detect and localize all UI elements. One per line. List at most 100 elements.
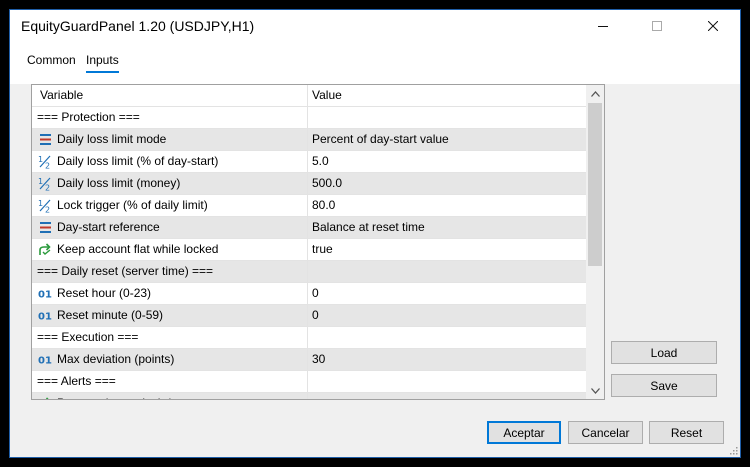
variable-label: Pop-up alert on lock / reset <box>57 393 200 399</box>
list-icon <box>40 222 51 233</box>
variable-cell: Keep account flat while locked <box>32 239 308 260</box>
grid-param-row[interactable]: 1 2 Daily loss limit (% of day-start) 5.0 <box>32 151 586 173</box>
fraction-icon: 12 <box>38 199 51 214</box>
grid-param-row[interactable]: Keep account flat while locked true <box>32 239 586 261</box>
variable-cell: Pop-up alert on lock / reset <box>32 393 308 399</box>
value-cell[interactable]: Percent of day-start value <box>309 129 586 150</box>
grid-param-row[interactable]: 1 2 Daily loss limit (money) 500.0 <box>32 173 586 195</box>
cancel-button[interactable]: Cancelar <box>568 421 643 444</box>
grid-param-row[interactable]: 01 Reset minute (0-59) 0 <box>32 305 586 327</box>
fraction-icon: 12 <box>38 177 51 192</box>
value-cell[interactable] <box>309 327 586 348</box>
chevron-down-icon <box>590 387 600 394</box>
minimize-button[interactable] <box>580 10 626 42</box>
svg-text:1: 1 <box>38 199 43 208</box>
value-cell[interactable]: true <box>309 239 586 260</box>
save-button[interactable]: Save <box>611 374 717 397</box>
value-cell[interactable]: 0 <box>309 283 586 304</box>
section-label: === Execution === <box>37 330 139 344</box>
grid-vertical-scrollbar[interactable] <box>586 85 604 399</box>
grid-param-row[interactable]: 01 Reset hour (0-23) 0 <box>32 283 586 305</box>
grid-section-row[interactable]: === Daily reset (server time) === <box>32 261 586 283</box>
svg-text:01: 01 <box>38 312 52 323</box>
load-button[interactable]: Load <box>611 341 717 364</box>
section-label: === Protection === <box>37 110 140 124</box>
section-label: === Daily reset (server time) === <box>37 264 214 278</box>
column-header-value[interactable]: Value <box>309 85 586 106</box>
integer-icon: 01 <box>38 290 52 301</box>
maximize-icon <box>652 21 662 31</box>
value-cell[interactable]: true <box>309 393 586 399</box>
close-icon <box>708 21 718 31</box>
value-cell[interactable]: 30 <box>309 349 586 370</box>
variable-cell: Day-start reference <box>32 217 308 238</box>
variable-cell: === Alerts === <box>32 371 308 392</box>
variable-cell: Daily loss limit mode <box>32 129 308 150</box>
integer-icon: 01 <box>38 356 52 367</box>
grid-section-row[interactable]: === Execution === <box>32 327 586 349</box>
value-cell[interactable] <box>309 261 586 282</box>
grid-section-row[interactable]: === Alerts === <box>32 371 586 393</box>
variable-label: Max deviation (points) <box>57 352 175 366</box>
resize-grip-icon[interactable] <box>728 445 738 455</box>
variable-cell: 01 Reset hour (0-23) <box>32 283 308 304</box>
grid-body: Variable Value === Protection === Daily l… <box>32 85 586 399</box>
variable-cell: === Execution === <box>32 327 308 348</box>
window-title: EquityGuardPanel 1.20 (USDJPY,H1) <box>21 18 255 34</box>
scroll-down-button[interactable] <box>586 382 604 399</box>
svg-text:01: 01 <box>38 290 52 301</box>
svg-text:1: 1 <box>38 177 43 186</box>
grid-param-row[interactable]: Pop-up alert on lock / reset true <box>32 393 586 399</box>
variable-label: Lock trigger (% of daily limit) <box>57 198 208 212</box>
grid-param-row[interactable]: Daily loss limit mode Percent of day-star… <box>32 129 586 151</box>
grid-param-row[interactable]: 1 2 Lock trigger (% of daily limit) 80.0 <box>32 195 586 217</box>
value-cell[interactable]: 0 <box>309 305 586 326</box>
maximize-button[interactable] <box>634 10 680 42</box>
value-cell[interactable]: 500.0 <box>309 173 586 194</box>
grid-param-row[interactable]: Day-start reference Balance at reset time <box>32 217 586 239</box>
list-icon <box>40 134 51 145</box>
title-bar[interactable]: EquityGuardPanel 1.20 (USDJPY,H1) <box>10 10 740 42</box>
chevron-up-icon <box>590 90 600 97</box>
grid-param-row[interactable]: 01 Max deviation (points) 30 <box>32 349 586 371</box>
value-cell[interactable]: 5.0 <box>309 151 586 172</box>
svg-text:01: 01 <box>38 356 52 367</box>
section-label: === Alerts === <box>37 374 116 388</box>
scroll-up-button[interactable] <box>586 85 604 102</box>
close-button[interactable] <box>690 10 736 42</box>
variable-cell: 1 2 Lock trigger (% of daily limit) <box>32 195 308 216</box>
value-cell[interactable]: Balance at reset time <box>309 217 586 238</box>
reset-button[interactable]: Reset <box>649 421 724 444</box>
inputs-grid[interactable]: Variable Value === Protection === Daily l… <box>31 84 605 400</box>
svg-text:2: 2 <box>45 206 50 214</box>
integer-icon: 01 <box>38 312 52 323</box>
svg-text:2: 2 <box>45 184 50 192</box>
tab-common[interactable]: Common <box>27 53 76 71</box>
ok-button[interactable]: Aceptar <box>487 421 561 444</box>
grid-header-row: Variable Value <box>32 85 586 107</box>
variable-label: Day-start reference <box>57 220 160 234</box>
svg-text:1: 1 <box>38 155 43 164</box>
column-header-variable[interactable]: Variable <box>32 85 308 106</box>
variable-cell: === Daily reset (server time) === <box>32 261 308 282</box>
minimize-icon <box>598 26 608 27</box>
dialog-footer: Aceptar Cancelar Reset <box>10 412 740 457</box>
value-cell[interactable]: 80.0 <box>309 195 586 216</box>
variable-cell: 01 Reset minute (0-59) <box>32 305 308 326</box>
fraction-icon: 12 <box>38 155 51 170</box>
variable-cell: 1 2 Daily loss limit (money) <box>32 173 308 194</box>
value-cell[interactable] <box>309 371 586 392</box>
variable-cell: 1 2 Daily loss limit (% of day-start) <box>32 151 308 172</box>
tab-inputs[interactable]: Inputs <box>86 53 119 73</box>
grid-section-row[interactable]: === Protection === <box>32 107 586 129</box>
variable-label: Daily loss limit (money) <box>57 176 181 190</box>
bool-icon <box>45 397 49 399</box>
value-cell[interactable] <box>309 107 586 128</box>
tab-strip: Common Inputs <box>10 42 740 84</box>
variable-label: Keep account flat while locked <box>57 242 219 256</box>
svg-text:2: 2 <box>45 162 50 170</box>
variable-label: Reset hour (0-23) <box>57 286 152 300</box>
variable-label: Reset minute (0-59) <box>57 308 164 322</box>
dialog-window: EquityGuardPanel 1.20 (USDJPY,H1) Common… <box>9 9 741 458</box>
scroll-thumb[interactable] <box>588 103 602 266</box>
